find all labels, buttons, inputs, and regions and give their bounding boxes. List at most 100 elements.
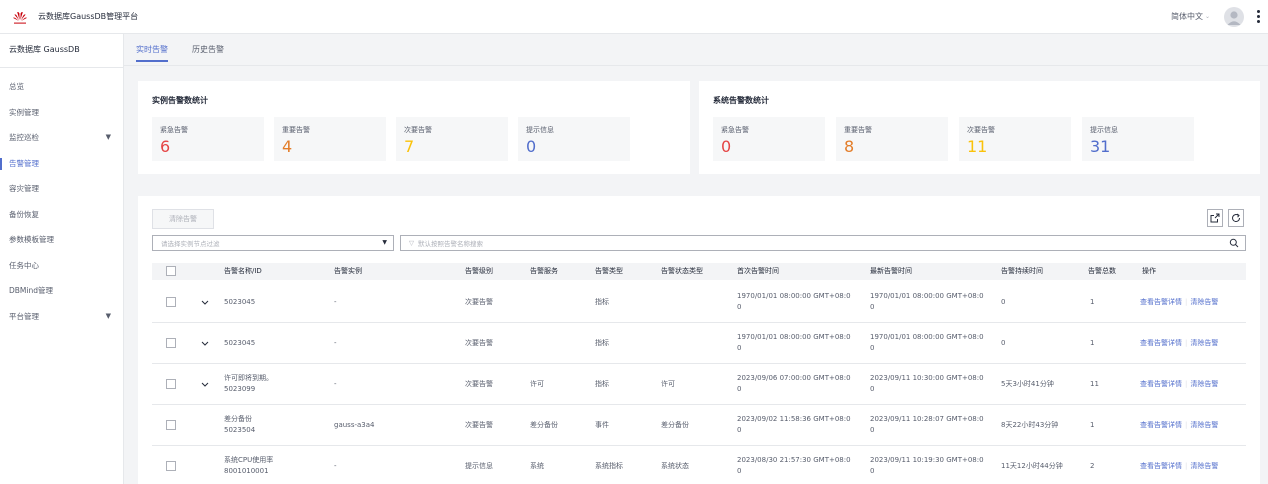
row-checkbox[interactable] [166,338,176,348]
clear-alarm-link[interactable]: 清除告警 [1190,421,1218,429]
chevron-down-icon[interactable] [201,382,209,388]
alarm-total: 1 [1090,421,1095,429]
alarm-total: 2 [1090,462,1095,470]
alarm-state-type: 许可 [661,380,675,388]
filter-icon: ▽ [409,239,414,247]
tab-realtime-alarms[interactable]: 实时告警 [136,34,168,66]
alarm-state-type: 系统状态 [661,462,689,470]
col-header: 首次告警时间 [737,267,779,275]
sidebar-item-label: 任务中心 [9,260,39,270]
table-row: 5023045 - 次要告警 指标 1970/01/01 08:00:00 GM… [152,323,1246,364]
stat-label: 提示信息 [526,126,554,134]
user-avatar[interactable] [1224,6,1244,27]
sidebar-item-label: 备份恢复 [9,209,39,219]
first-alarm-time: 2023/09/02 11:58:36 GMT+08:0 0 [737,415,851,434]
col-header: 告警名称/ID [224,267,262,275]
view-alarm-detail-link[interactable]: 查看告警详情 [1140,339,1182,347]
tab-history-alarms[interactable]: 历史告警 [192,34,224,66]
instance-alarm-stats-card: 实例告警数统计 紧急告警 6 重要告警 4 次要告警 7 提示信息 0 [138,81,690,174]
row-checkbox[interactable] [166,297,176,307]
stat-minor: 次要告警 7 [396,117,508,161]
stat-value: 11 [967,137,988,156]
node-filter-select[interactable]: 请选择实例节点过滤 ▼ [152,235,394,251]
sidebar-item-dbmind[interactable]: DBMind管理 [0,278,123,304]
stat-label: 提示信息 [1090,126,1118,134]
sidebar-item-overview[interactable]: 总览 [0,74,123,100]
clear-alarm-link[interactable]: 清除告警 [1190,339,1218,347]
view-alarm-detail-link[interactable]: 查看告警详情 [1140,462,1182,470]
col-header: 告警状态类型 [661,267,703,275]
chevron-down-icon[interactable] [201,300,209,306]
alarm-search-input[interactable]: ▽ 默认按照告警名称搜索 [400,235,1246,251]
last-alarm-time: 1970/01/01 08:00:00 GMT+08:0 0 [870,333,984,352]
col-header: 操作 [1142,267,1156,275]
clear-alarms-button[interactable]: 清除告警 [152,209,214,229]
alarm-total: 1 [1090,339,1095,347]
row-checkbox[interactable] [166,379,176,389]
sidebar-item-tasks[interactable]: 任务中心 [0,253,123,279]
export-icon[interactable] [1207,209,1223,227]
view-alarm-detail-link[interactable]: 查看告警详情 [1140,380,1182,388]
first-alarm-time: 1970/01/01 08:00:00 GMT+08:0 0 [737,292,851,311]
alarm-service: 差分备份 [530,421,558,429]
alarm-type: 指标 [595,298,609,306]
language-selector[interactable]: 简体中文 ⌄ [1171,11,1210,22]
sidebar-item-alarms[interactable]: 告警管理 [0,151,123,177]
view-alarm-detail-link[interactable]: 查看告警详情 [1140,421,1182,429]
alarm-table-card: 清除告警 请选择实例节点过滤 ▼ ▽ 默认按照告警名称搜索 告警名称/ID 告警… [138,196,1260,484]
stat-urgent: 紧急告警 0 [713,117,825,161]
alarm-total: 11 [1090,380,1099,388]
caret-down-icon: ▼ [105,311,111,320]
col-header: 告警级别 [465,267,493,275]
sidebar-item-backup[interactable]: 备份恢复 [0,202,123,228]
row-checkbox[interactable] [166,420,176,430]
clear-alarm-link[interactable]: 清除告警 [1190,462,1218,470]
col-header: 告警总数 [1088,267,1116,275]
search-icon[interactable] [1229,238,1239,250]
row-checkbox[interactable] [166,461,176,471]
col-header: 告警类型 [595,267,623,275]
sidebar-item-param-templates[interactable]: 参数模板管理 [0,227,123,253]
alarm-id: 5023045 [224,298,256,306]
alarm-service: 系统 [530,462,544,470]
stat-value: 4 [282,137,293,156]
search-placeholder: 默认按照告警名称搜索 [418,240,483,248]
stat-label: 次要告警 [404,126,432,134]
last-alarm-time: 2023/09/11 10:19:30 GMT+08:0 0 [870,456,984,475]
refresh-icon[interactable] [1228,209,1244,227]
sidebar-item-instances[interactable]: 实例管理 [0,100,123,126]
clear-alarm-link[interactable]: 清除告警 [1190,380,1218,388]
system-alarm-stats-card: 系统告警数统计 紧急告警 0 重要告警 8 次要告警 11 提示信息 31 [699,81,1260,174]
sidebar-title: 云数据库 GaussDB [0,34,123,68]
sidebar-item-platform[interactable]: 平台管理 ▼ [0,304,123,330]
clear-alarm-link[interactable]: 清除告警 [1190,298,1218,306]
language-label: 简体中文 [1170,12,1203,21]
sidebar-item-label: 实例管理 [9,107,39,117]
last-alarm-time: 2023/09/11 10:28:07 GMT+08:0 0 [870,415,984,434]
alarm-level: 次要告警 [465,298,493,306]
sidebar-item-label: 容灾管理 [9,184,39,193]
last-alarm-time: 2023/09/11 10:30:00 GMT+08:0 0 [870,374,984,393]
alarm-level: 次要告警 [465,421,493,429]
select-all-checkbox[interactable] [166,266,176,276]
alarm-id: 5023045 [224,339,256,347]
sidebar-item-disaster-recovery[interactable]: 容灾管理 [0,176,123,202]
more-vertical-icon[interactable] [1256,10,1260,23]
stat-label: 紧急告警 [160,126,188,134]
chevron-down-icon[interactable] [201,341,209,347]
col-header: 告警持续时间 [1001,267,1043,275]
alarm-duration: 11天12小时44分钟 [1001,462,1063,470]
sidebar-item-monitoring[interactable]: 监控巡检 ▼ [0,125,123,151]
stat-value: 8 [844,137,855,156]
alarm-state-type: 差分备份 [661,421,689,429]
user-icon [1227,10,1241,25]
top-header: 云数据库GaussDB管理平台 简体中文 ⌄ [0,0,1268,34]
alarm-tabs: 实时告警 历史告警 [124,34,1268,66]
sidebar-item-label: 告警管理 [9,158,39,168]
stat-value: 7 [404,137,415,156]
card-title: 系统告警数统计 [713,96,769,105]
view-alarm-detail-link[interactable]: 查看告警详情 [1140,298,1182,306]
stat-label: 重要告警 [844,126,872,134]
table-row: 许可即将到期。 5023099 - 次要告警 许可 指标 许可 2023/09/0… [152,364,1246,405]
stat-urgent: 紧急告警 6 [152,117,264,161]
